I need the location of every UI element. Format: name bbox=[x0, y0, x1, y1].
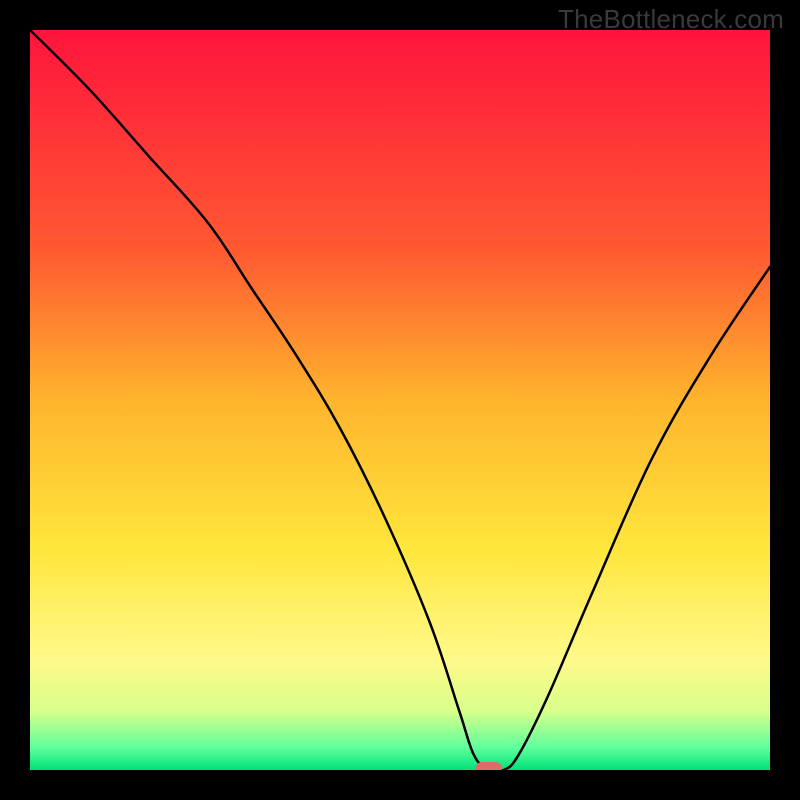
optimal-marker bbox=[476, 762, 502, 770]
chart-svg bbox=[30, 30, 770, 770]
plot-area bbox=[30, 30, 770, 770]
chart-container: TheBottleneck.com bbox=[0, 0, 800, 800]
gradient-background bbox=[30, 30, 770, 770]
watermark-text: TheBottleneck.com bbox=[558, 4, 784, 35]
